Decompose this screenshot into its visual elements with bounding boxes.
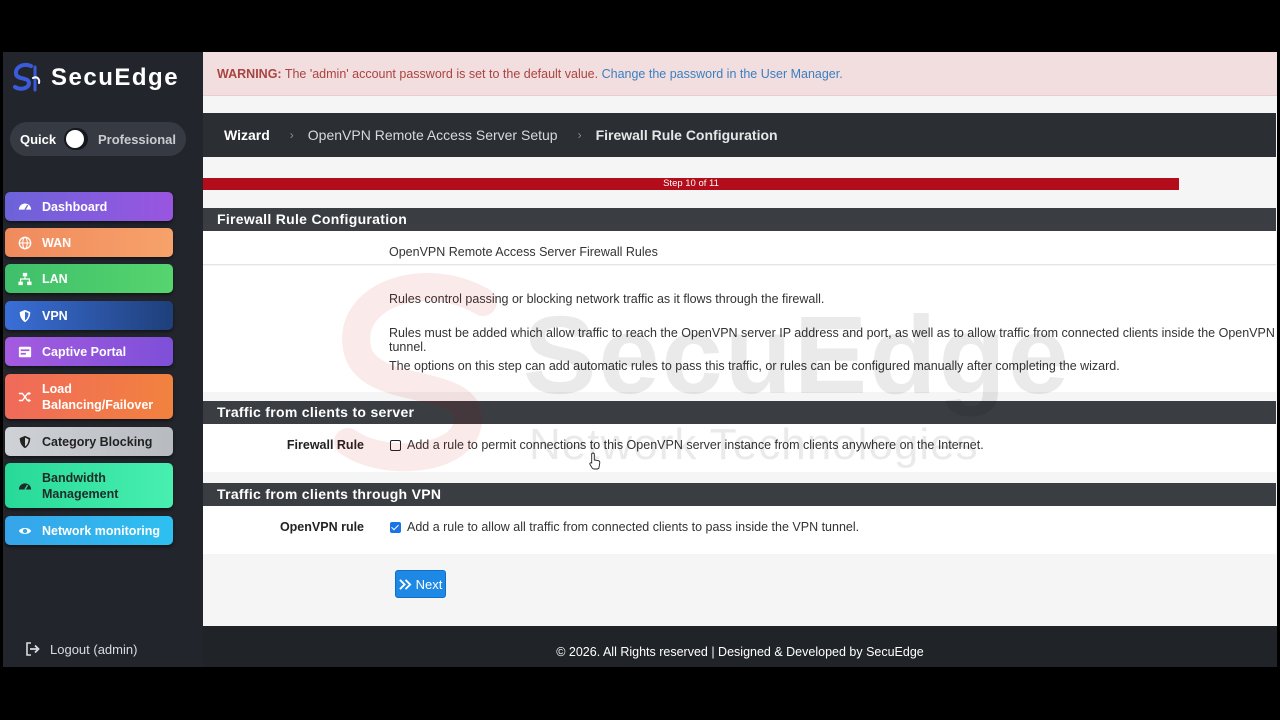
- description-paragraph: The options on this step can add automat…: [389, 359, 1120, 373]
- secuedge-logo-icon: [13, 63, 41, 92]
- openvpn-rule-row: OpenVPN rule Add a rule to allow all tra…: [203, 506, 1276, 554]
- globe-icon: [17, 235, 33, 251]
- portal-icon: [17, 344, 33, 360]
- brand-name: SecuEdge: [51, 64, 180, 91]
- openvpn-rule-label: OpenVPN rule: [279, 520, 364, 534]
- sidebar-item-label: VPN: [42, 308, 68, 323]
- sidebar-item-label: Bandwidth Management: [42, 470, 119, 501]
- description-paragraph: Rules must be added which allow traffic …: [389, 326, 1275, 354]
- logout-label: Logout (admin): [50, 641, 138, 657]
- section-header-clients-through-vpn: Traffic from clients through VPN: [203, 483, 1276, 506]
- double-chevron-right-icon: [398, 578, 412, 590]
- progress-label: Step 10 of 11: [663, 178, 719, 189]
- sidebar-item-dashboard[interactable]: Dashboard: [5, 192, 173, 221]
- firewall-rule-description: Add a rule to permit connections to this…: [407, 438, 984, 452]
- breadcrumb-separator-icon: ›: [577, 128, 582, 142]
- sidebar-item-label: Captive Portal: [42, 344, 127, 359]
- brand[interactable]: SecuEdge: [9, 58, 179, 98]
- progress-bar: Step 10 of 11: [203, 178, 1179, 190]
- openvpn-rule-description: Add a rule to allow all traffic from con…: [407, 520, 860, 534]
- sidebar-item-label: WAN: [42, 235, 72, 250]
- breadcrumb-current: Firewall Rule Configuration: [595, 127, 778, 143]
- section-subtitle-row: OpenVPN Remote Access Server Firewall Ru…: [203, 231, 1276, 265]
- shield-icon: [17, 308, 33, 324]
- firewall-rule-checkbox[interactable]: [390, 440, 401, 451]
- sidebar-item-label: Load Balancing/Failover: [42, 381, 154, 412]
- mode-toggle[interactable]: Quick Professional: [10, 122, 186, 156]
- next-button-label: Next: [415, 576, 443, 592]
- shield-icon: [17, 434, 33, 450]
- network-icon: [17, 271, 33, 287]
- logout-icon: [26, 642, 40, 656]
- main-content: WARNING: The 'admin' account password is…: [203, 52, 1277, 667]
- shuffle-icon: [17, 389, 33, 405]
- sidebar: SecuEdge Quick Professional Dashboard WA…: [3, 52, 203, 667]
- sidebar-item-captive-portal[interactable]: Captive Portal: [5, 337, 173, 366]
- switch-knob: [66, 130, 85, 148]
- mode-switch[interactable]: [64, 128, 88, 150]
- sidebar-item-load-balancing[interactable]: Load Balancing/Failover: [5, 374, 173, 419]
- mouse-pointer-icon: [589, 452, 601, 470]
- warning-message: The 'admin' account password is set to t…: [281, 67, 602, 81]
- firewall-rule-label: Firewall Rule: [286, 438, 364, 452]
- section-header-firewall-rule-configuration: Firewall Rule Configuration: [203, 208, 1276, 231]
- mode-professional-label: Professional: [97, 131, 176, 147]
- sidebar-item-network-monitoring[interactable]: Network monitoring: [5, 516, 173, 545]
- sidebar-item-bandwidth[interactable]: Bandwidth Management: [5, 463, 173, 508]
- next-button[interactable]: Next: [395, 570, 446, 598]
- dashboard-icon: [17, 199, 33, 215]
- section-header-clients-to-server: Traffic from clients to server: [203, 401, 1276, 424]
- sidebar-item-label: LAN: [42, 271, 68, 286]
- breadcrumb: Wizard › OpenVPN Remote Access Server Se…: [203, 113, 1276, 157]
- breadcrumb-wizard[interactable]: Wizard: [224, 127, 270, 143]
- sidebar-item-label: Network monitoring: [42, 523, 161, 538]
- logout-link[interactable]: Logout (admin): [25, 641, 137, 657]
- sidebar-item-category-blocking[interactable]: Category Blocking: [5, 427, 173, 456]
- eye-icon: [17, 523, 33, 539]
- warning-banner: WARNING: The 'admin' account password is…: [203, 52, 1277, 96]
- warning-prefix: WARNING:: [217, 67, 282, 81]
- mode-quick-label: Quick: [20, 131, 57, 147]
- sidebar-item-vpn[interactable]: VPN: [5, 301, 173, 330]
- section-description: Rules control passing or blocking networ…: [203, 266, 1276, 392]
- firewall-rule-row: Firewall Rule Add a rule to permit conne…: [203, 424, 1276, 472]
- sidebar-item-label: Category Blocking: [42, 434, 153, 449]
- sidebar-item-lan[interactable]: LAN: [5, 264, 173, 293]
- breadcrumb-openvpn-setup[interactable]: OpenVPN Remote Access Server Setup: [308, 127, 558, 143]
- footer: © 2026. All Rights reserved | Designed &…: [203, 626, 1277, 667]
- gauge-icon: [17, 478, 33, 494]
- breadcrumb-separator-icon: ›: [289, 128, 294, 142]
- footer-text: © 2026. All Rights reserved | Designed &…: [556, 645, 924, 659]
- sidebar-item-label: Dashboard: [42, 199, 108, 214]
- description-paragraph: Rules control passing or blocking networ…: [389, 292, 825, 306]
- app-frame: SecuEdge Quick Professional Dashboard WA…: [3, 52, 1277, 667]
- sidebar-item-wan[interactable]: WAN: [5, 228, 173, 257]
- change-password-link[interactable]: Change the password in the User Manager.: [602, 67, 843, 81]
- section-subtitle: OpenVPN Remote Access Server Firewall Ru…: [389, 245, 658, 259]
- openvpn-rule-checkbox[interactable]: [390, 522, 401, 533]
